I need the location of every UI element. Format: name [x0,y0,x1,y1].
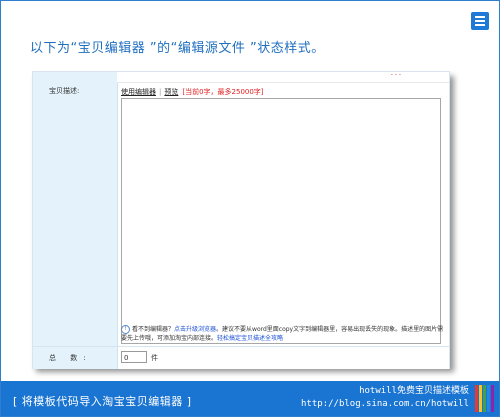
guide-link[interactable]: 轻松搞定宝贝描述全攻略 [217,335,283,342]
toolbar-separator: | [159,88,162,96]
char-count-hint: [当前0字，最多25000字] [182,88,264,96]
upgrade-browser-link[interactable]: 点击升级浏览器 [174,326,216,333]
footer-title: [ 将模板代码导入淘宝宝贝编辑器 ] [13,395,192,408]
notes-prefix: 看不到编辑器？ [132,326,175,333]
editor-panel: - - - 宝贝描述: 使用编辑器 | 预览 [当前0字，最多25000字] ! 看不到… [32,71,450,369]
total-label: 总 数: [49,354,92,362]
footer-brand: hotwill免费宝贝描述模板 http://blog.sina.com.cn/… [301,385,469,411]
preview-link[interactable]: 预览 [164,88,178,96]
use-editor-link[interactable]: 使用编辑器 [121,88,156,96]
footer-brand-name: hotwill免费宝贝描述模板 [359,386,469,396]
top-strip-mark: - - - [390,71,401,78]
quantity-row: 总 数: 0 件 [33,346,449,369]
info-icon: ! [121,325,130,334]
color-stripes-icon [475,385,495,412]
label-column [33,72,118,346]
editor-toolbar: 使用编辑器 | 预览 [当前0字，最多25000字] [121,87,264,97]
quantity-label-cell: 总 数: [33,347,118,369]
footer-brand-url[interactable]: http://blog.sina.com.cn/hotwill [301,398,469,411]
description-textarea[interactable] [121,98,441,344]
page-heading: 以下为“宝贝编辑器 ”的“编辑源文件 ”状态样式。 [30,41,325,56]
quantity-input[interactable]: 0 [121,351,147,363]
editor-notes: ! 看不到编辑器？点击升级浏览器。建议不要从word里面copy文字到编辑器里，容… [121,325,445,343]
top-strip: - - - [117,71,449,83]
description-label: 宝贝描述: [49,87,80,95]
menu-icon[interactable] [471,12,489,30]
quantity-unit: 件 [151,354,158,362]
footer-bar: [ 将模板代码导入淘宝宝贝编辑器 ] hotwill免费宝贝描述模板 http:… [1,381,499,416]
